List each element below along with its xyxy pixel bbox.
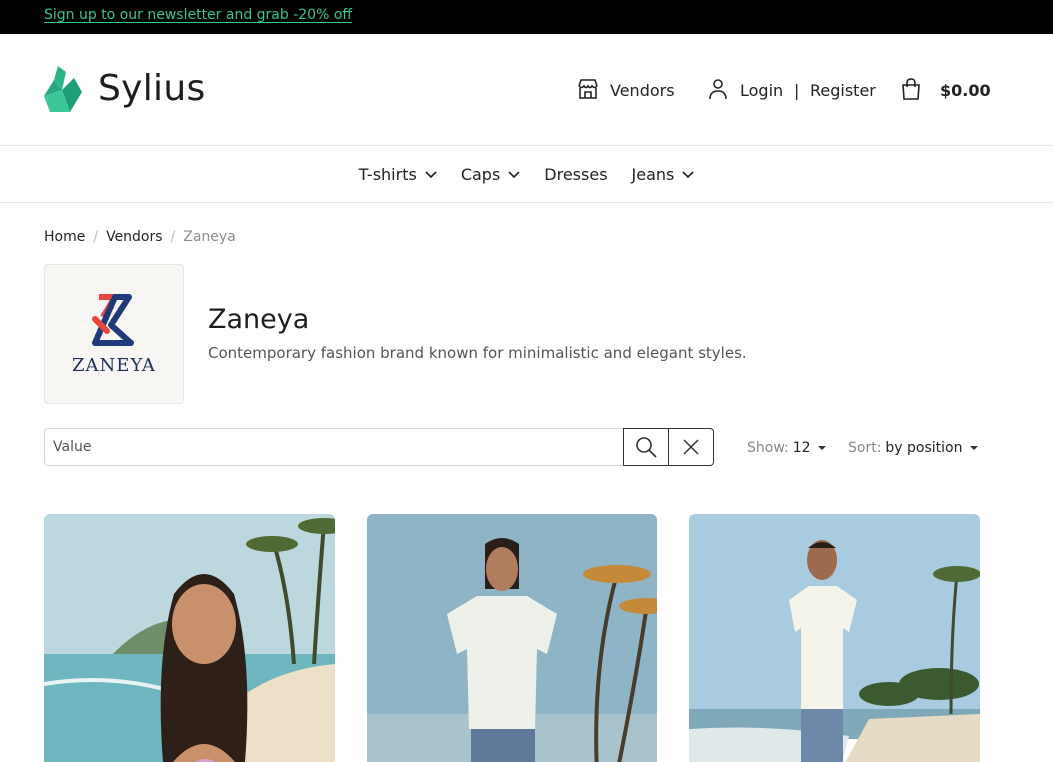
sylius-swan-icon — [44, 66, 82, 112]
product-search — [44, 428, 714, 466]
announcement-bar: Sign up to our newsletter and grab -20% … — [0, 0, 1053, 34]
category-menu: T-shirts Caps Dresses Jeans — [0, 147, 1053, 203]
product-card[interactable] — [367, 514, 657, 762]
show-per-page-dropdown[interactable]: Show: 12 — [747, 440, 826, 456]
search-button[interactable] — [623, 428, 669, 466]
chevron-down-icon — [425, 170, 437, 179]
breadcrumb-current: Zaneya — [183, 229, 236, 245]
login-label: Login — [740, 80, 784, 100]
show-label: Show: — [747, 440, 789, 456]
sort-dropdown[interactable]: Sort: by position — [848, 440, 978, 456]
menu-item-jeans[interactable]: Jeans — [632, 165, 695, 184]
store-icon — [576, 77, 602, 103]
caret-down-icon — [969, 446, 978, 450]
menu-item-label: Dresses — [544, 165, 608, 184]
login-link[interactable]: Login — [706, 34, 783, 146]
search-input[interactable] — [44, 428, 623, 466]
product-card[interactable] — [44, 514, 335, 762]
close-icon — [683, 439, 699, 455]
sort-value: by position — [885, 440, 963, 456]
sort-label: Sort: — [848, 440, 882, 456]
menu-item-dresses[interactable]: Dresses — [544, 165, 607, 184]
show-value: 12 — [792, 440, 811, 456]
register-link[interactable]: Register — [810, 34, 876, 146]
zaneya-mark-icon — [92, 294, 134, 346]
vendor-name: Zaneya — [208, 304, 310, 335]
product-image-woman-beach — [44, 514, 335, 762]
breadcrumb-home[interactable]: Home — [44, 229, 85, 245]
vendors-label: Vendors — [610, 80, 675, 100]
menu-item-label: T-shirts — [358, 165, 417, 184]
breadcrumb: Home / Vendors / Zaneya — [44, 229, 236, 245]
product-image-man-white-tshirt-beach — [689, 514, 980, 762]
sylius-logo[interactable]: Sylius — [44, 66, 206, 112]
menu-item-label: Jeans — [631, 165, 675, 184]
breadcrumb-separator: / — [170, 229, 176, 245]
search-icon — [636, 437, 657, 458]
auth-separator: | — [794, 80, 800, 100]
vendor-description: Contemporary fashion brand known for min… — [208, 344, 747, 362]
chevron-down-icon — [682, 170, 694, 179]
vendor-logo: ZANEYA — [44, 264, 184, 404]
product-image-man-white-tshirt-palms — [367, 514, 657, 762]
shopping-bag-icon — [900, 77, 926, 103]
user-icon — [706, 77, 732, 103]
newsletter-link[interactable]: Sign up to our newsletter and grab -20% … — [44, 7, 352, 23]
clear-search-button[interactable] — [669, 428, 714, 466]
menu-item-tshirts[interactable]: T-shirts — [359, 165, 437, 184]
cart-link[interactable]: $0.00 — [900, 34, 991, 146]
caret-down-icon — [817, 446, 826, 450]
chevron-down-icon — [508, 170, 520, 179]
cart-total: $0.00 — [940, 80, 991, 100]
site-header: Sylius Vendors Login | Register $0.00 — [0, 34, 1053, 146]
vendors-link[interactable]: Vendors — [576, 34, 675, 146]
breadcrumb-separator: / — [93, 229, 99, 245]
menu-item-label: Caps — [460, 165, 501, 184]
menu-item-caps[interactable]: Caps — [461, 165, 520, 184]
brand-name: Sylius — [98, 68, 206, 109]
vendor-logo-text: ZANEYA — [72, 355, 156, 376]
product-card[interactable] — [689, 514, 980, 762]
breadcrumb-vendors[interactable]: Vendors — [106, 229, 162, 245]
